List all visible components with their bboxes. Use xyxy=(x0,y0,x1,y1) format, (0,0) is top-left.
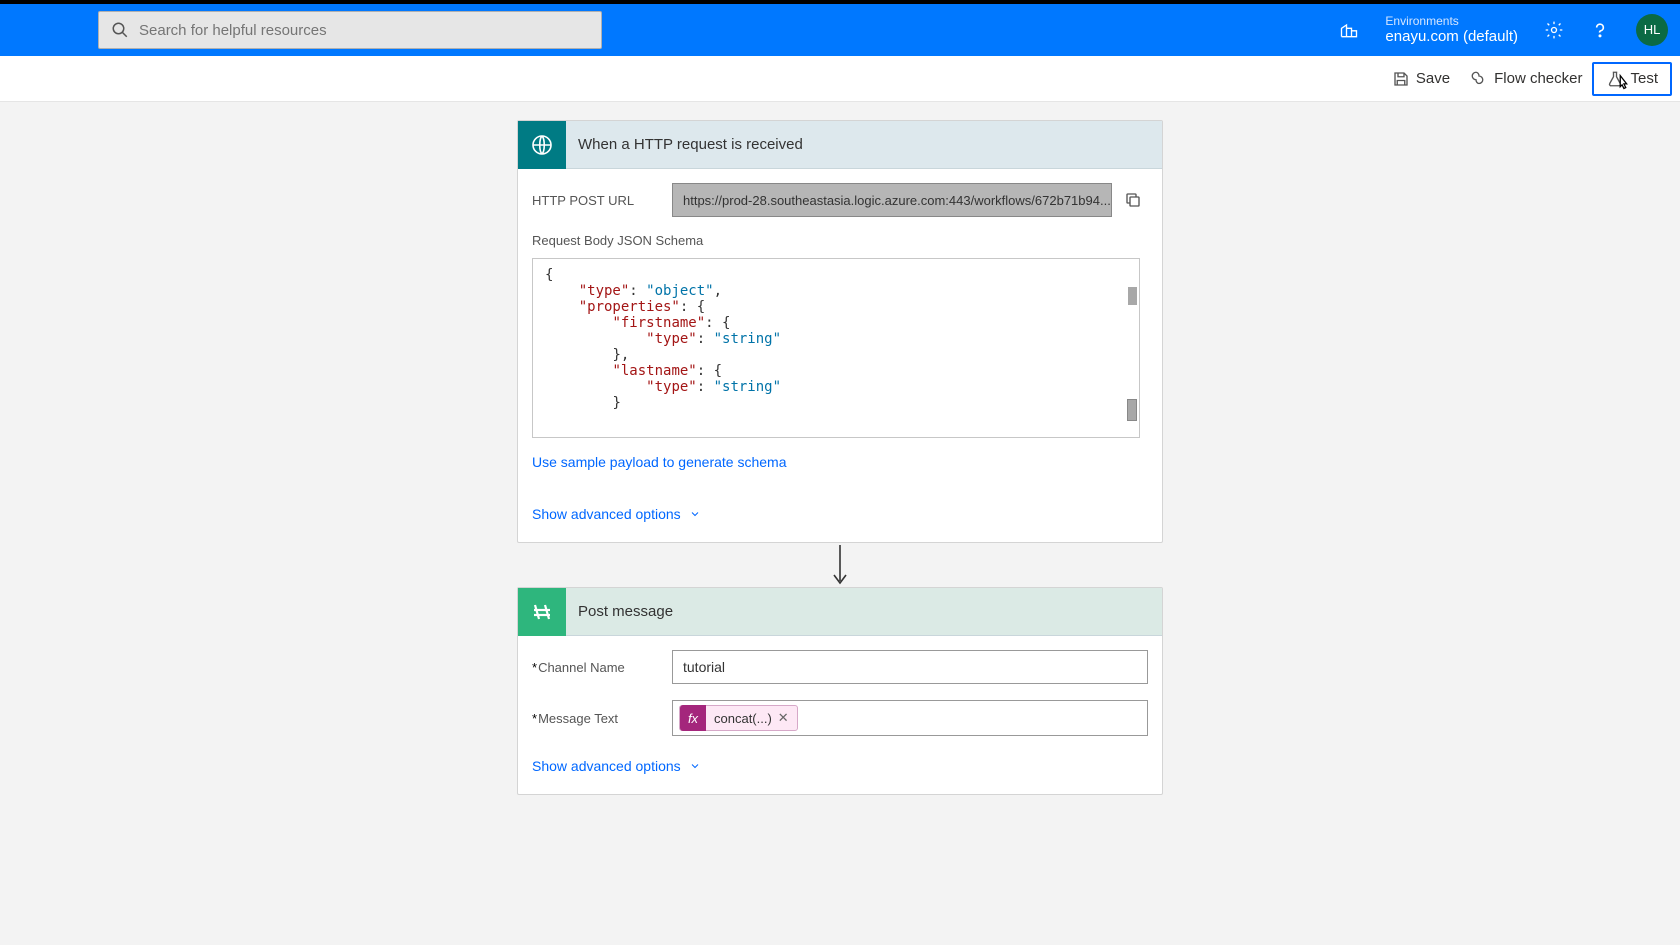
schema-editor[interactable]: { "type": "object", "properties": { "fir… xyxy=(532,258,1140,438)
environment-picker[interactable]: Environments enayu.com (default) xyxy=(1385,14,1518,46)
show-advanced-action[interactable]: Show advanced options xyxy=(532,758,1148,774)
search-icon xyxy=(111,21,129,39)
flow-checker-label: Flow checker xyxy=(1494,70,1582,87)
action-title: Post message xyxy=(578,603,673,620)
search-box[interactable] xyxy=(98,11,602,49)
channel-name-label: *Channel Name xyxy=(532,660,672,675)
designer-canvas: When a HTTP request is received HTTP POS… xyxy=(0,102,1680,835)
trigger-card: When a HTTP request is received HTTP POS… xyxy=(517,120,1163,543)
chevron-down-icon xyxy=(689,760,701,772)
action-toolbar: Save Flow checker Test xyxy=(0,56,1680,102)
flow-checker-button[interactable]: Flow checker xyxy=(1460,64,1592,94)
copy-icon xyxy=(1124,191,1142,209)
http-url-value[interactable]: https://prod-28.southeastasia.logic.azur… xyxy=(672,183,1112,217)
save-label: Save xyxy=(1416,70,1450,87)
search-input[interactable] xyxy=(139,22,589,39)
test-button[interactable]: Test xyxy=(1592,62,1672,96)
flow-checker-icon xyxy=(1470,70,1488,88)
http-url-label: HTTP POST URL xyxy=(532,193,672,208)
scrollbar-thumb[interactable] xyxy=(1128,287,1137,305)
remove-token-button[interactable]: ✕ xyxy=(778,710,789,726)
avatar[interactable]: HL xyxy=(1636,14,1668,46)
test-label: Test xyxy=(1630,70,1658,87)
message-text-input[interactable]: fx concat(...) ✕ xyxy=(672,700,1148,736)
post-message-icon xyxy=(518,588,566,636)
environment-name: enayu.com (default) xyxy=(1385,28,1518,46)
chevron-down-icon xyxy=(689,508,701,520)
help-icon[interactable] xyxy=(1590,20,1610,40)
tenant-icon[interactable] xyxy=(1339,20,1359,40)
sample-payload-link[interactable]: Use sample payload to generate schema xyxy=(532,454,1148,470)
action-header[interactable]: Post message xyxy=(518,588,1162,636)
fx-icon: fx xyxy=(680,705,706,731)
message-text-label: *Message Text xyxy=(532,711,672,726)
trigger-title: When a HTTP request is received xyxy=(578,136,803,153)
copy-url-button[interactable] xyxy=(1118,185,1148,215)
channel-name-input[interactable] xyxy=(672,650,1148,684)
topbar: Environments enayu.com (default) HL xyxy=(0,0,1680,56)
schema-label: Request Body JSON Schema xyxy=(532,233,1148,248)
scrollbar-thumb[interactable] xyxy=(1127,399,1137,421)
connector-arrow-icon xyxy=(828,543,852,587)
gear-icon[interactable] xyxy=(1544,20,1564,40)
expression-token[interactable]: fx concat(...) ✕ xyxy=(679,705,798,731)
show-advanced-trigger[interactable]: Show advanced options xyxy=(532,506,1148,522)
save-button[interactable]: Save xyxy=(1382,64,1460,94)
test-icon xyxy=(1606,70,1624,88)
save-icon xyxy=(1392,70,1410,88)
trigger-header[interactable]: When a HTTP request is received xyxy=(518,121,1162,169)
environment-label: Environments xyxy=(1385,14,1518,28)
token-text: concat(...) xyxy=(706,711,778,726)
http-trigger-icon xyxy=(518,121,566,169)
action-card: Post message *Channel Name *Message Text… xyxy=(517,587,1163,795)
